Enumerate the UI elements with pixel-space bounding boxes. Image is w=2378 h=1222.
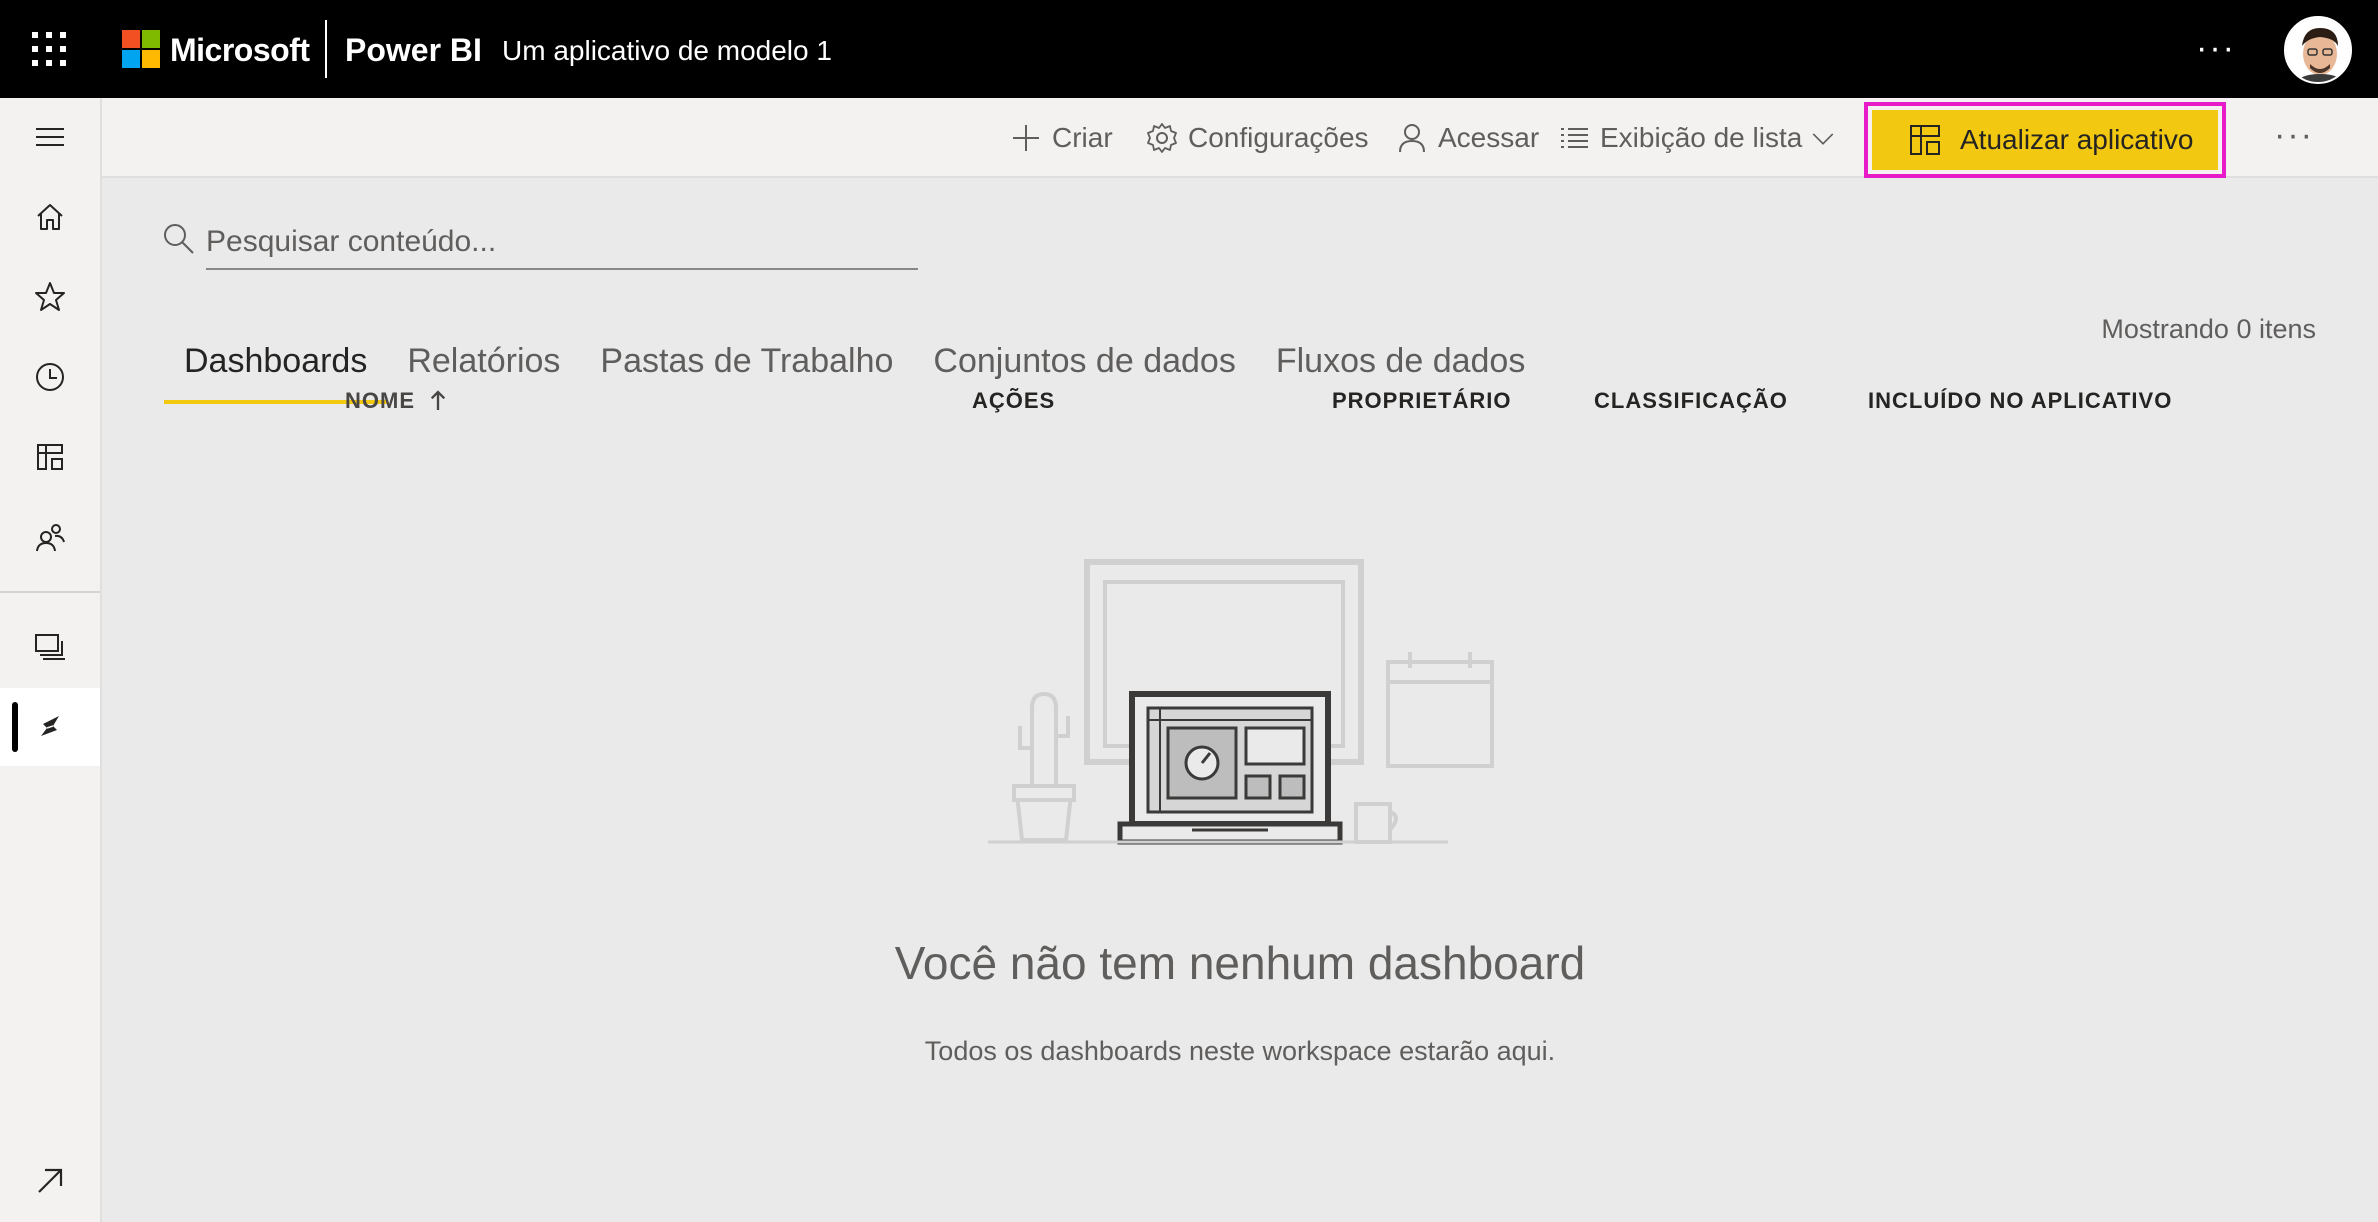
clock-icon[interactable] — [0, 338, 100, 416]
app-launcher-icon[interactable] — [32, 32, 66, 66]
brand-name[interactable]: Microsoft — [170, 30, 310, 70]
access-label: Acessar — [1438, 122, 1540, 153]
empty-state-illustration — [988, 559, 1494, 845]
avatar[interactable] — [2284, 16, 2352, 84]
tab-datasets[interactable]: Conjuntos de dados — [913, 336, 1255, 404]
home-icon[interactable] — [0, 178, 100, 256]
app-title: Um aplicativo de modelo 1 — [502, 35, 832, 66]
column-header-actions: AÇÕES — [972, 388, 1056, 413]
more-options-icon[interactable]: ··· — [2196, 30, 2236, 66]
item-count: Mostrando 0 itens — [2101, 314, 2316, 344]
list-view-label: Exibição de lista — [1600, 122, 1803, 153]
plus-icon — [1013, 125, 1039, 151]
active-indicator — [12, 702, 18, 752]
column-header-included-in-app: INCLUÍDO NO APLICATIVO — [1868, 388, 2173, 413]
create-label: Criar — [1052, 122, 1113, 153]
app-icon — [1910, 125, 1940, 155]
update-app-button[interactable]: Atualizar aplicativo — [1872, 110, 2218, 170]
settings-button[interactable]: Configurações — [1146, 118, 1369, 158]
access-button[interactable]: Acessar — [1396, 118, 1539, 158]
top-bar: Microsoft Power BI Um aplicativo de mode… — [0, 0, 2378, 98]
column-header-name[interactable]: NOME — [345, 388, 447, 414]
people-icon[interactable] — [0, 498, 100, 576]
column-header-name-label: NOME — [345, 388, 415, 413]
search-icon — [164, 224, 194, 254]
settings-label: Configurações — [1188, 122, 1369, 153]
gear-icon — [1147, 123, 1177, 153]
main-content: Criar Configurações Acessar Exibição de … — [102, 98, 2378, 1222]
hamburger-icon[interactable] — [0, 98, 100, 176]
person-icon — [1399, 124, 1425, 153]
more-actions-icon[interactable]: ··· — [2274, 116, 2314, 155]
chevron-down-icon — [1813, 133, 1834, 145]
product-name[interactable]: Power BI — [345, 30, 482, 70]
app-workspace-icon[interactable] — [0, 688, 100, 766]
empty-state-title: Você não tem nenhum dashboard — [894, 937, 1586, 989]
nav-divider — [0, 591, 100, 593]
list-view-dropdown[interactable]: Exibição de lista — [1558, 118, 1836, 158]
search-input[interactable] — [206, 216, 918, 270]
column-header-classification: CLASSIFICAÇÃO — [1594, 388, 1788, 413]
workspaces-icon[interactable] — [0, 608, 100, 686]
empty-state-subtitle: Todos os dashboards neste workspace esta… — [924, 1036, 1556, 1066]
update-app-highlight: Atualizar aplicativo — [1864, 102, 2226, 178]
search-box — [162, 216, 918, 270]
action-bar: Criar Configurações Acessar Exibição de … — [102, 98, 2378, 178]
create-button[interactable]: Criar — [1010, 118, 1113, 158]
column-header-owner: PROPRIETÁRIO — [1332, 388, 1512, 413]
update-app-label: Atualizar aplicativo — [1960, 124, 2194, 155]
left-nav — [0, 98, 102, 1222]
tab-workbooks[interactable]: Pastas de Trabalho — [580, 336, 913, 404]
microsoft-logo — [122, 30, 160, 68]
sort-ascending-icon — [430, 390, 446, 410]
star-icon[interactable] — [0, 258, 100, 336]
header-divider — [325, 20, 327, 78]
expand-icon[interactable] — [0, 1142, 100, 1220]
apps-icon[interactable] — [0, 418, 100, 496]
list-icon — [1561, 128, 1588, 148]
